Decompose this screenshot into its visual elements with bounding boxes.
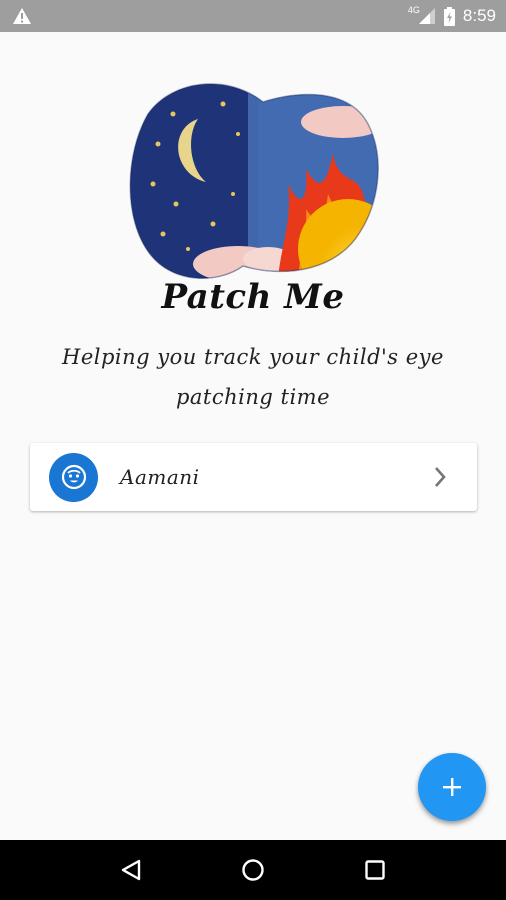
child-card-aamani[interactable]: Aamani: [30, 443, 477, 511]
main-content: Patch Me Helping you track your child's …: [0, 32, 506, 840]
eye-patch-illustration: [129, 83, 379, 280]
recents-icon: [365, 860, 385, 880]
home-icon: [242, 859, 264, 881]
back-button[interactable]: [111, 850, 151, 890]
signal-icon: [418, 8, 435, 24]
status-right: 4G 8:59: [407, 5, 496, 26]
app-subtitle: Helping you track your child's eye patch…: [62, 345, 444, 409]
baby-face-icon: [49, 452, 98, 502]
navigation-bar: [0, 840, 506, 900]
battery-icon: [443, 6, 455, 26]
plus-icon: [443, 778, 461, 796]
network-type: 4G: [407, 5, 420, 15]
chevron-right-icon: [425, 462, 455, 492]
add-child-button[interactable]: [418, 753, 486, 821]
child-name: Aamani: [120, 465, 200, 489]
home-button[interactable]: [233, 850, 273, 890]
app-title: Patch Me: [161, 277, 345, 317]
status-left: [12, 7, 32, 25]
clock: 8:59: [462, 6, 496, 25]
recents-button[interactable]: [355, 850, 395, 890]
warning-icon: [13, 8, 31, 24]
back-icon: [121, 859, 141, 881]
status-bar: 4G 8:59: [0, 0, 506, 32]
